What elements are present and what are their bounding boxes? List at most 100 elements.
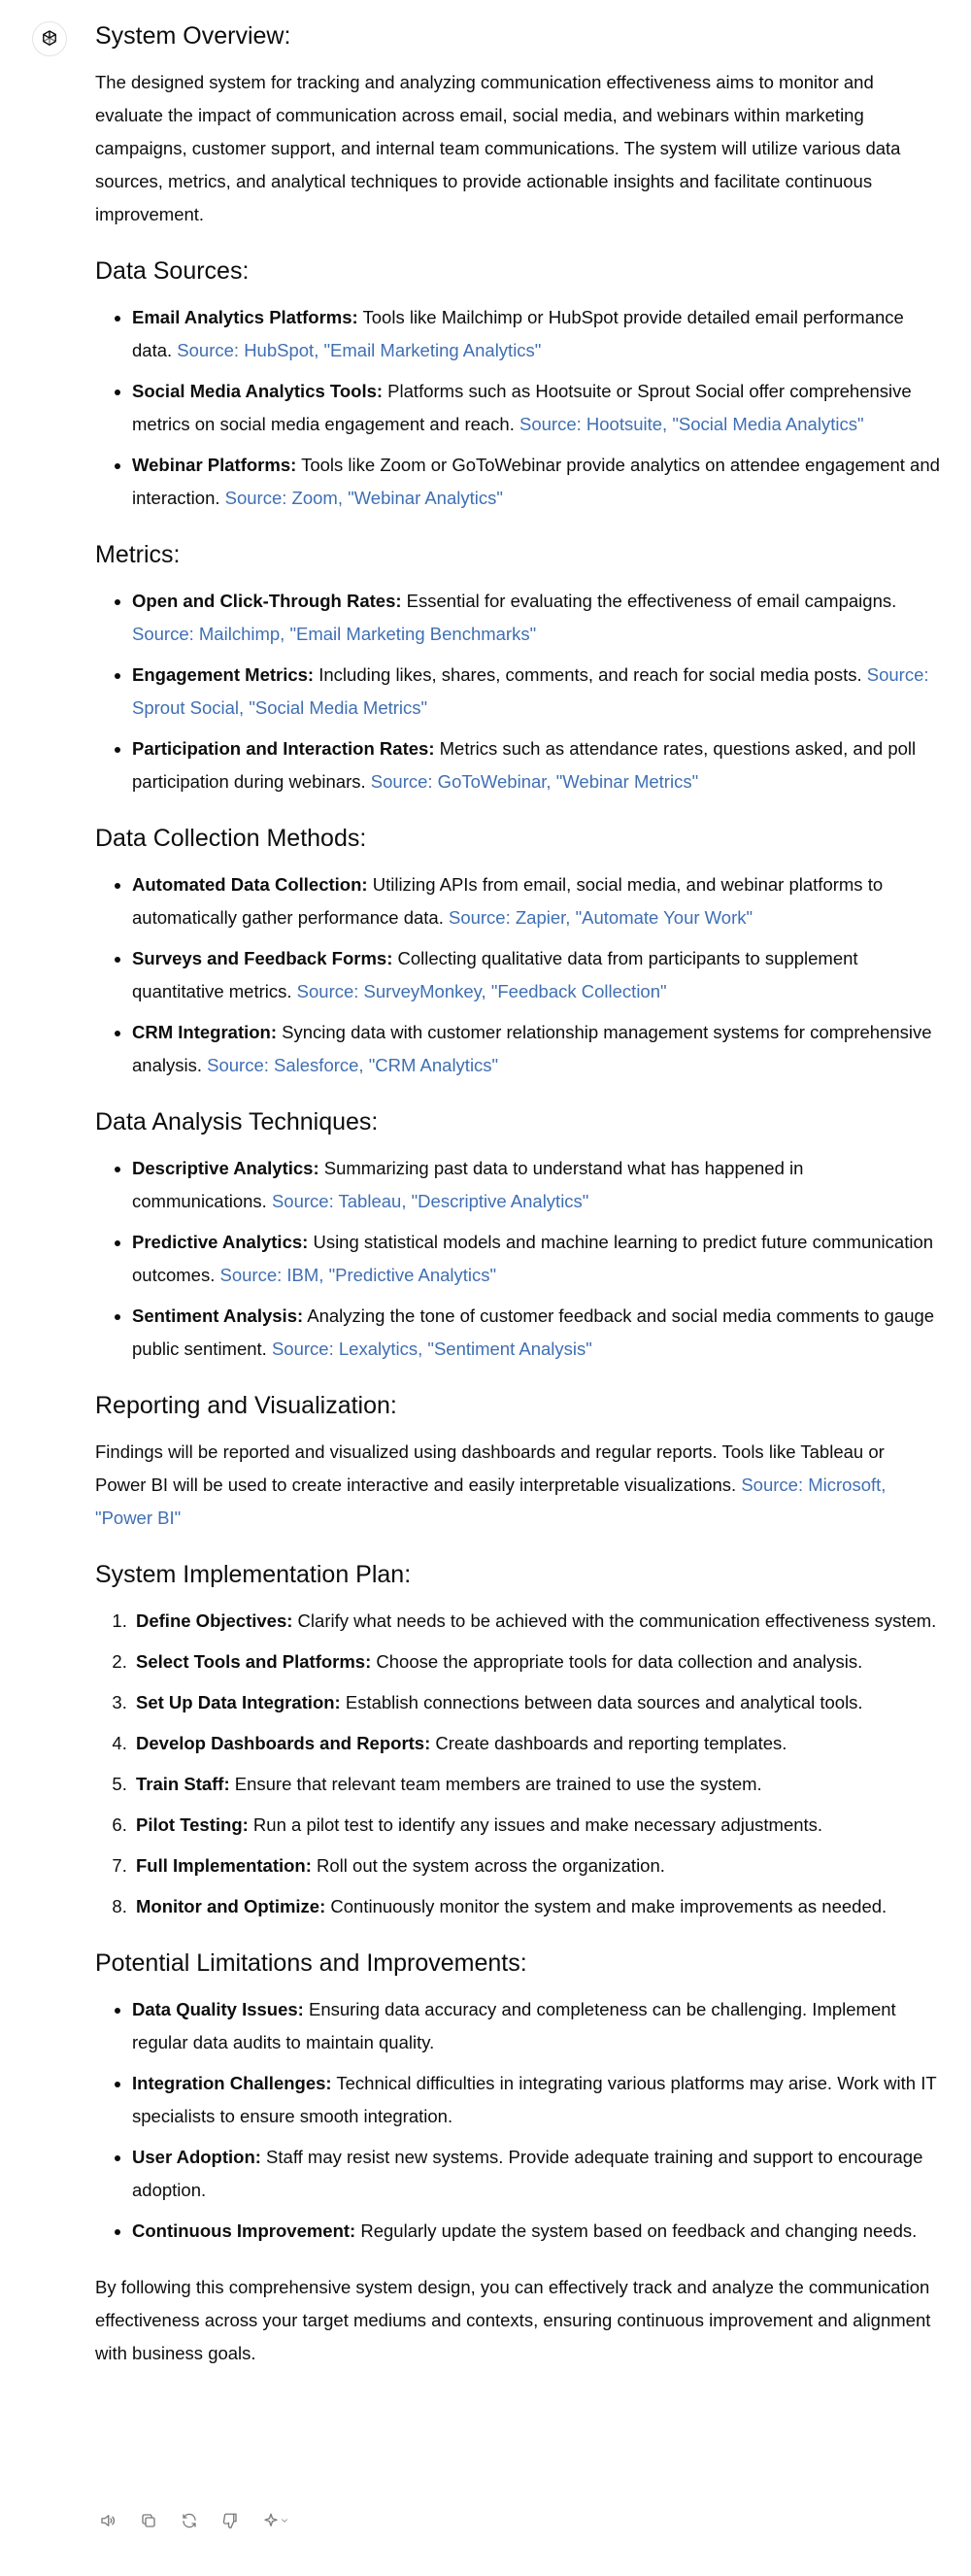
thumbs-down-icon	[222, 2513, 237, 2529]
regenerate-icon	[183, 2513, 196, 2528]
item-term: Pilot Testing:	[136, 1814, 249, 1835]
item-term: Descriptive Analytics:	[132, 1158, 319, 1178]
item-term: Participation and Interaction Rates:	[132, 738, 435, 759]
item-term: Data Quality Issues:	[132, 1999, 304, 2019]
item-term: Continuous Improvement:	[132, 2220, 356, 2241]
item-term: Social Media Analytics Tools:	[132, 381, 384, 401]
source-link[interactable]: Source: Tableau, "Descriptive Analytics"	[272, 1191, 588, 1211]
metrics-heading: Metrics:	[95, 541, 181, 568]
item-desc: Roll out the system across the organizat…	[311, 1855, 665, 1876]
list-item: User Adoption: Staff may resist new syst…	[132, 2141, 940, 2207]
item-desc: Ensure that relevant team members are tr…	[229, 1774, 762, 1794]
item-term: Full Implementation:	[136, 1855, 312, 1876]
list-item: CRM Integration: Syncing data with custo…	[132, 1016, 940, 1082]
source-link[interactable]: Source: IBM, "Predictive Analytics"	[220, 1265, 497, 1285]
item-term: Open and Click-Through Rates:	[132, 591, 402, 611]
reporting-heading: Reporting and Visualization:	[95, 1392, 397, 1419]
implementation-list: Define Objectives: Clarify what needs to…	[95, 1605, 940, 1923]
chevron-down-icon	[282, 2519, 287, 2523]
thumbs-down-button[interactable]	[218, 2508, 243, 2533]
list-item: Define Objectives: Clarify what needs to…	[132, 1605, 940, 1638]
list-item: Webinar Platforms: Tools like Zoom or Go…	[132, 449, 940, 515]
list-item: Train Staff: Ensure that relevant team m…	[132, 1768, 940, 1801]
item-term: Automated Data Collection:	[132, 874, 368, 895]
item-desc: Essential for evaluating the effectivene…	[401, 591, 897, 611]
item-term: Set Up Data Integration:	[136, 1692, 341, 1712]
copy-button[interactable]	[136, 2508, 161, 2533]
item-desc: Run a pilot test to identify any issues …	[248, 1814, 823, 1835]
reporting-text: Findings will be reported and visualized…	[95, 1436, 940, 1535]
limitations-list: Data Quality Issues: Ensuring data accur…	[95, 1993, 940, 2248]
item-term: Monitor and Optimize:	[136, 1896, 326, 1916]
model-switch-button[interactable]	[258, 2508, 293, 2533]
copy-icon	[142, 2514, 155, 2527]
item-desc: Continuously monitor the system and make…	[325, 1896, 887, 1916]
item-term: Webinar Platforms:	[132, 455, 297, 475]
item-term: Train Staff:	[136, 1774, 230, 1794]
overview-text: The designed system for tracking and ana…	[95, 72, 901, 224]
item-term: Sentiment Analysis:	[132, 1305, 304, 1326]
source-link[interactable]: Source: GoToWebinar, "Webinar Metrics"	[371, 771, 698, 792]
list-item: Participation and Interaction Rates: Met…	[132, 732, 940, 798]
item-desc: Establish connections between data sourc…	[340, 1692, 863, 1712]
metrics-list: Open and Click-Through Rates: Essential …	[95, 585, 940, 798]
item-term: User Adoption:	[132, 2147, 261, 2167]
source-link[interactable]: Source: Zapier, "Automate Your Work"	[449, 907, 753, 928]
list-item: Integration Challenges: Technical diffic…	[132, 2067, 940, 2133]
item-desc: Clarify what needs to be achieved with t…	[292, 1610, 937, 1631]
list-item: Pilot Testing: Run a pilot test to ident…	[132, 1809, 940, 1842]
list-item: Select Tools and Platforms: Choose the a…	[132, 1645, 940, 1678]
item-desc: Create dashboards and reporting template…	[430, 1733, 787, 1753]
openai-logo-icon	[43, 30, 56, 46]
assistant-avatar	[32, 21, 67, 56]
assistant-message: System Overview: The designed system for…	[95, 19, 940, 2393]
data-sources-heading: Data Sources:	[95, 257, 250, 285]
source-link[interactable]: Source: Zoom, "Webinar Analytics"	[225, 488, 503, 508]
item-term: Email Analytics Platforms:	[132, 307, 358, 327]
implementation-heading: System Implementation Plan:	[95, 1561, 412, 1588]
item-term: Integration Challenges:	[132, 2073, 332, 2093]
closing-text: By following this comprehensive system d…	[95, 2277, 931, 2363]
sparkle-icon	[264, 2513, 278, 2526]
list-item: Set Up Data Integration: Establish conne…	[132, 1686, 940, 1719]
list-item: Predictive Analytics: Using statistical …	[132, 1226, 940, 1292]
speaker-icon	[101, 2515, 116, 2526]
overview-heading: System Overview:	[95, 22, 291, 50]
source-link[interactable]: Source: SurveyMonkey, "Feedback Collecti…	[297, 981, 667, 1001]
regenerate-button[interactable]	[177, 2508, 202, 2533]
list-item: Continuous Improvement: Regularly update…	[132, 2215, 940, 2248]
source-link[interactable]: Source: Salesforce, "CRM Analytics"	[207, 1055, 498, 1075]
source-link[interactable]: Source: Lexalytics, "Sentiment Analysis"	[272, 1339, 592, 1359]
source-link[interactable]: Source: Hootsuite, "Social Media Analyti…	[519, 414, 864, 434]
list-item: Data Quality Issues: Ensuring data accur…	[132, 1993, 940, 2059]
list-item: Engagement Metrics: Including likes, sha…	[132, 659, 940, 725]
item-desc: Choose the appropriate tools for data co…	[371, 1651, 863, 1672]
list-item: Monitor and Optimize: Continuously monit…	[132, 1890, 940, 1923]
list-item: Descriptive Analytics: Summarizing past …	[132, 1152, 940, 1218]
collection-heading: Data Collection Methods:	[95, 825, 367, 852]
item-desc: Regularly update the system based on fee…	[355, 2220, 918, 2241]
list-item: Email Analytics Platforms: Tools like Ma…	[132, 301, 940, 367]
source-link[interactable]: Source: HubSpot, "Email Marketing Analyt…	[177, 340, 541, 360]
item-desc: Including likes, shares, comments, and r…	[314, 664, 867, 685]
source-link[interactable]: Source: Mailchimp, "Email Marketing Benc…	[132, 624, 536, 644]
limitations-heading: Potential Limitations and Improvements:	[95, 1949, 527, 1977]
message-actions	[95, 2508, 293, 2533]
item-term: Surveys and Feedback Forms:	[132, 948, 393, 968]
analysis-list: Descriptive Analytics: Summarizing past …	[95, 1152, 940, 1366]
list-item: Sentiment Analysis: Analyzing the tone o…	[132, 1300, 940, 1366]
list-item: Automated Data Collection: Utilizing API…	[132, 868, 940, 934]
item-term: Engagement Metrics:	[132, 664, 315, 685]
item-term: Define Objectives:	[136, 1610, 293, 1631]
collection-list: Automated Data Collection: Utilizing API…	[95, 868, 940, 1082]
list-item: Develop Dashboards and Reports: Create d…	[132, 1727, 940, 1760]
data-sources-list: Email Analytics Platforms: Tools like Ma…	[95, 301, 940, 515]
list-item: Social Media Analytics Tools: Platforms …	[132, 375, 940, 441]
analysis-heading: Data Analysis Techniques:	[95, 1108, 379, 1135]
item-term: Select Tools and Platforms:	[136, 1651, 372, 1672]
list-item: Full Implementation: Roll out the system…	[132, 1849, 940, 1882]
list-item: Open and Click-Through Rates: Essential …	[132, 585, 940, 651]
item-term: CRM Integration:	[132, 1022, 278, 1042]
read-aloud-button[interactable]	[95, 2508, 120, 2533]
item-term: Predictive Analytics:	[132, 1232, 309, 1252]
